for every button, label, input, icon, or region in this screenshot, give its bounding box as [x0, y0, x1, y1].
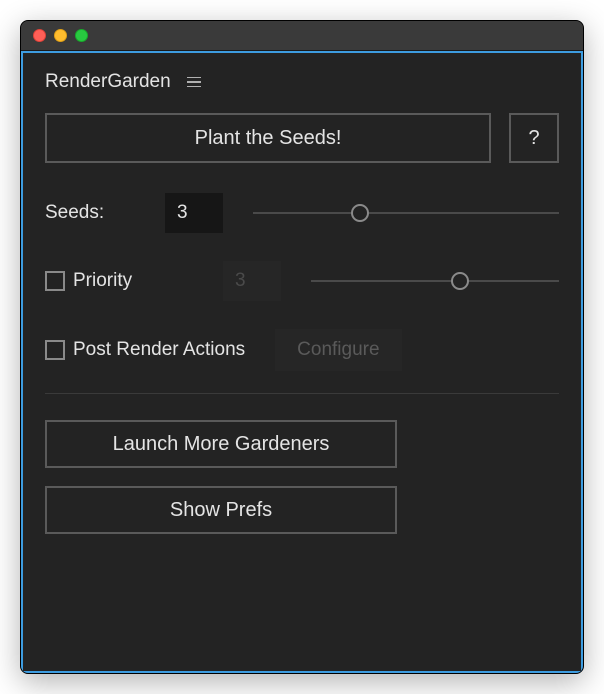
- show-prefs-button[interactable]: Show Prefs: [45, 486, 397, 534]
- plant-seeds-button[interactable]: Plant the Seeds!: [45, 113, 491, 163]
- post-render-row: Post Render Actions Configure: [45, 329, 559, 371]
- post-render-checkbox[interactable]: [45, 340, 65, 360]
- panel-menu-icon[interactable]: [187, 77, 201, 88]
- seeds-label: Seeds:: [45, 202, 165, 224]
- divider: [45, 393, 559, 394]
- priority-input: [223, 261, 281, 301]
- slider-thumb-icon[interactable]: [351, 204, 369, 222]
- titlebar: [21, 21, 583, 51]
- panel-content: Plant the Seeds! ? Seeds: Priority: [23, 107, 581, 574]
- slider-thumb-icon[interactable]: [451, 272, 469, 290]
- priority-label: Priority: [73, 270, 132, 292]
- priority-row: Priority: [45, 261, 559, 301]
- panel: RenderGarden Plant the Seeds! ? Seeds:: [21, 51, 583, 673]
- configure-button: Configure: [275, 329, 401, 371]
- minimize-icon[interactable]: [54, 29, 67, 42]
- launch-more-gardeners-button[interactable]: Launch More Gardeners: [45, 420, 397, 468]
- priority-checkbox[interactable]: [45, 271, 65, 291]
- post-render-label: Post Render Actions: [73, 339, 245, 361]
- priority-slider[interactable]: [311, 271, 559, 291]
- maximize-icon[interactable]: [75, 29, 88, 42]
- close-icon[interactable]: [33, 29, 46, 42]
- panel-title: RenderGarden: [45, 71, 171, 93]
- panel-header: RenderGarden: [23, 53, 581, 107]
- seeds-row: Seeds:: [45, 193, 559, 233]
- seeds-slider[interactable]: [253, 203, 559, 223]
- help-button[interactable]: ?: [509, 113, 559, 163]
- app-window: RenderGarden Plant the Seeds! ? Seeds:: [20, 20, 584, 674]
- seeds-input[interactable]: [165, 193, 223, 233]
